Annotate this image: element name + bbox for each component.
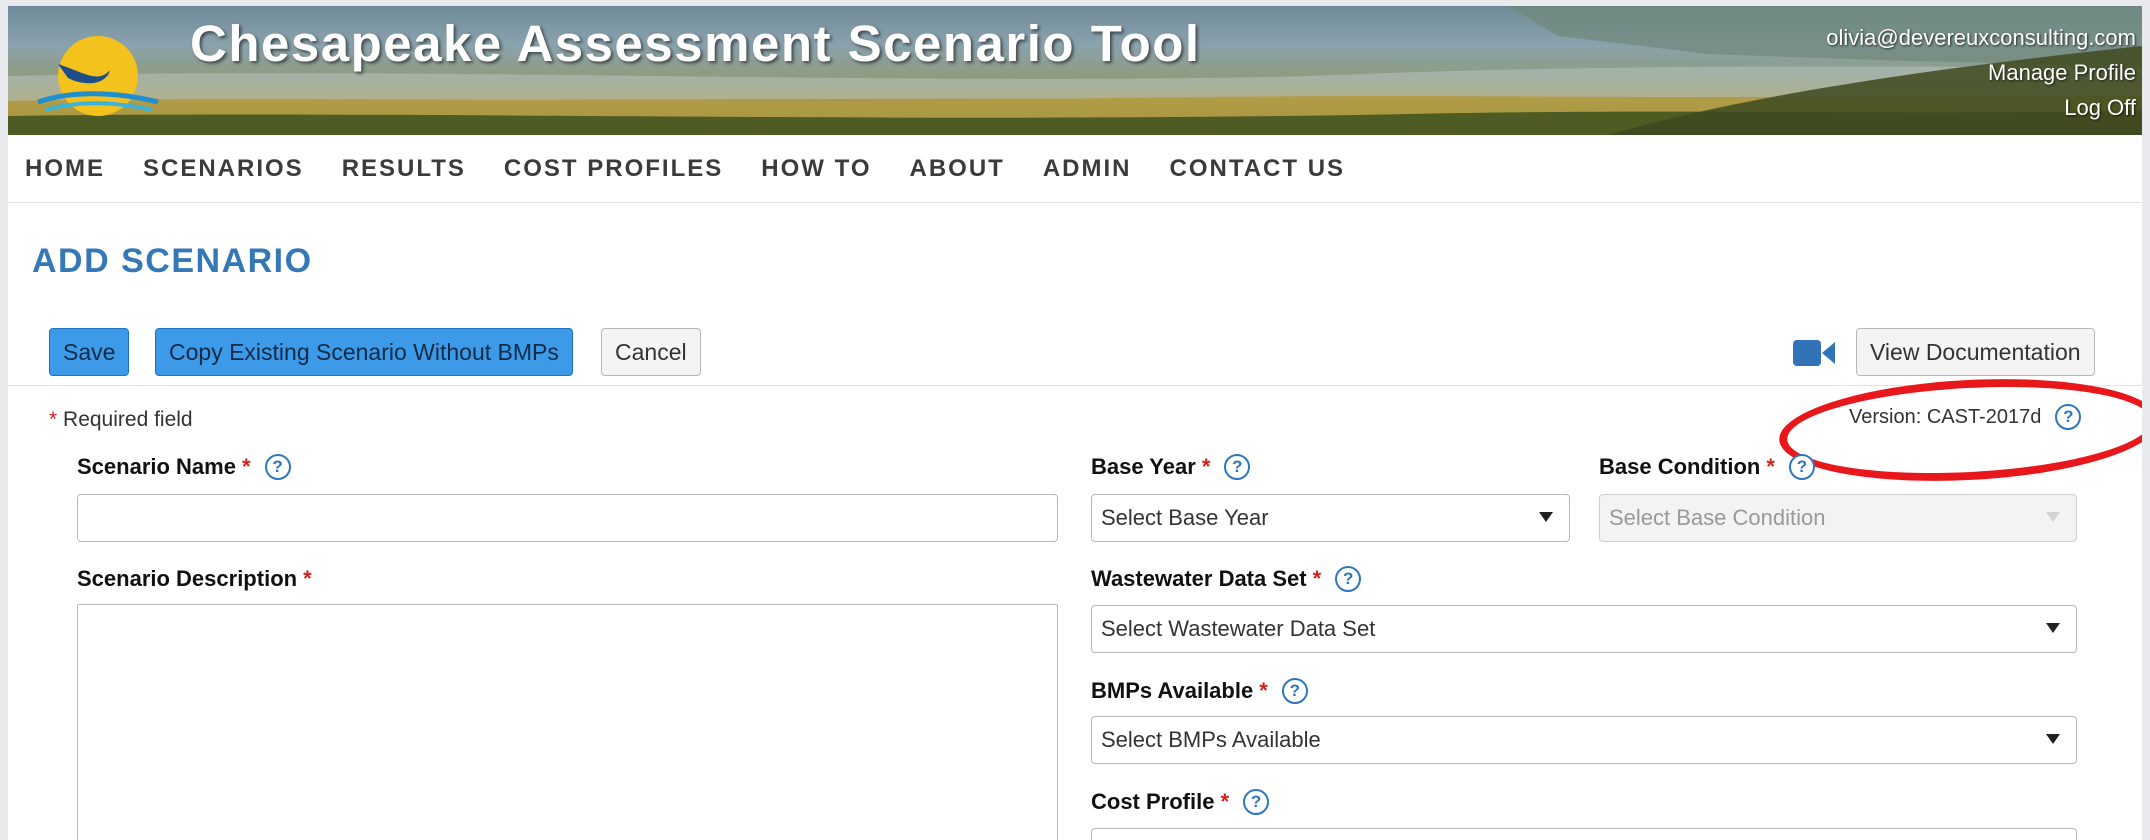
required-asterisk: *	[241, 454, 251, 479]
bmps-available-label: BMPs Available * ?	[1091, 678, 1308, 704]
bmps-available-help-icon[interactable]: ?	[1281, 678, 1308, 704]
bmps-selected-value: Select BMPs Available	[1101, 727, 1321, 752]
cost-profile-label: Cost Profile * ?	[1091, 789, 1270, 815]
cost-profile-label-text: Cost Profile	[1091, 789, 1215, 814]
bmps-available-select[interactable]: Select BMPs Available	[1091, 716, 2077, 764]
base-year-label-text: Base Year	[1091, 454, 1196, 479]
version-help-icon[interactable]: ?	[2055, 404, 2082, 430]
user-email-link[interactable]: olivia@devereuxconsulting.com	[1826, 20, 2136, 55]
scenario-description-label: Scenario Description *	[77, 566, 312, 592]
app-logo	[37, 36, 159, 116]
toolbar: Save Copy Existing Scenario Without BMPs…	[8, 320, 2142, 386]
required-asterisk: *	[49, 408, 58, 431]
chevron-down-icon	[2046, 734, 2060, 744]
base-year-selected-value: Select Base Year	[1101, 505, 1269, 530]
base-condition-label: Base Condition * ?	[1599, 454, 1815, 480]
required-asterisk: *	[1220, 789, 1230, 814]
chevron-down-icon	[2046, 623, 2060, 633]
base-year-help-icon[interactable]: ?	[1224, 454, 1251, 480]
nav-contact-us[interactable]: CONTACT US	[1169, 155, 1345, 183]
wastewater-label: Wastewater Data Set * ?	[1091, 566, 1362, 592]
required-asterisk: *	[303, 566, 312, 591]
required-asterisk: *	[1312, 566, 1322, 591]
app-title: Chesapeake Assessment Scenario Tool	[190, 15, 1201, 72]
base-condition-selected-value: Select Base Condition	[1609, 505, 1826, 530]
base-condition-help-icon[interactable]: ?	[1788, 454, 1815, 480]
page: Chesapeake Assessment Scenario Tool oliv…	[8, 6, 2142, 840]
base-condition-select: Select Base Condition	[1599, 494, 2077, 542]
scenario-description-label-text: Scenario Description	[77, 566, 298, 591]
cost-profile-select[interactable]	[1091, 828, 2077, 840]
video-camera-icon[interactable]	[1793, 340, 1835, 366]
required-asterisk: *	[1259, 678, 1268, 703]
scenario-description-textarea[interactable]	[77, 604, 1058, 840]
required-field-text: Required field	[63, 408, 193, 431]
scenario-name-input[interactable]	[77, 494, 1058, 542]
wastewater-help-icon[interactable]: ?	[1335, 566, 1362, 592]
chevron-down-icon	[2046, 512, 2060, 522]
required-field-note: * Required field	[49, 408, 193, 432]
copy-scenario-button[interactable]: Copy Existing Scenario Without BMPs	[155, 328, 573, 376]
required-asterisk: *	[1766, 454, 1775, 479]
cancel-button[interactable]: Cancel	[601, 328, 701, 376]
manage-profile-link[interactable]: Manage Profile	[1826, 55, 2136, 90]
required-asterisk: *	[1201, 454, 1211, 479]
red-annotation-circle	[1776, 370, 2142, 490]
view-documentation-button[interactable]: View Documentation	[1856, 328, 2095, 376]
wastewater-selected-value: Select Wastewater Data Set	[1101, 616, 1376, 641]
chevron-down-icon	[1539, 512, 1553, 522]
user-menu: olivia@devereuxconsulting.com Manage Pro…	[1826, 20, 2136, 125]
base-year-label: Base Year * ?	[1091, 454, 1251, 480]
save-button[interactable]: Save	[49, 328, 130, 376]
nav-how-to[interactable]: HOW TO	[761, 155, 871, 183]
base-condition-label-text: Base Condition	[1599, 454, 1761, 479]
page-title: ADD SCENARIO	[32, 242, 313, 280]
scenario-name-label-text: Scenario Name	[77, 454, 236, 479]
scenario-name-help-icon[interactable]: ?	[264, 454, 291, 480]
nav-results[interactable]: RESULTS	[342, 155, 466, 183]
bmps-available-label-text: BMPs Available	[1091, 678, 1254, 703]
main-nav: HOME SCENARIOS RESULTS COST PROFILES HOW…	[8, 135, 2142, 203]
wastewater-label-text: Wastewater Data Set	[1091, 566, 1307, 591]
version-info: Version: CAST-2017d ?	[1849, 404, 2082, 430]
header-banner: Chesapeake Assessment Scenario Tool oliv…	[8, 6, 2142, 135]
nav-admin[interactable]: ADMIN	[1043, 155, 1132, 183]
nav-scenarios[interactable]: SCENARIOS	[143, 155, 304, 183]
version-text: Version: CAST-2017d	[1849, 405, 2042, 428]
cost-profile-help-icon[interactable]: ?	[1243, 789, 1270, 815]
wastewater-select[interactable]: Select Wastewater Data Set	[1091, 605, 2077, 653]
nav-cost-profiles[interactable]: COST PROFILES	[504, 155, 723, 183]
scenario-name-label: Scenario Name * ?	[77, 454, 291, 480]
nav-about[interactable]: ABOUT	[910, 155, 1005, 183]
log-off-link[interactable]: Log Off	[1826, 90, 2136, 125]
nav-home[interactable]: HOME	[25, 155, 105, 183]
base-year-select[interactable]: Select Base Year	[1091, 494, 1570, 542]
